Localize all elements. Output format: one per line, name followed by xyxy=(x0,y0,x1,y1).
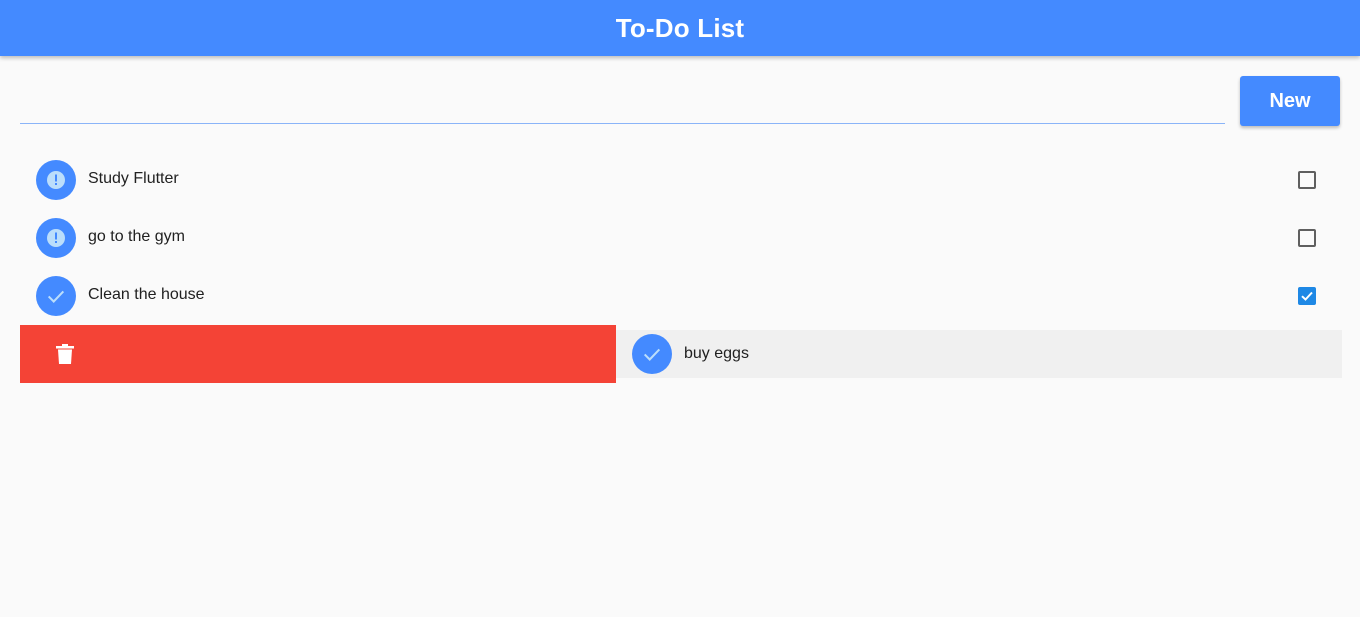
list-item[interactable]: buy eggs xyxy=(616,330,1342,378)
todo-title: Study Flutter xyxy=(88,170,179,187)
error-icon xyxy=(36,160,76,200)
new-task-input[interactable] xyxy=(20,80,1225,124)
todo-title: Clean the house xyxy=(88,286,205,303)
delete-icon xyxy=(56,344,74,364)
delete-background xyxy=(20,325,616,383)
dismissible-row[interactable]: buy eggs xyxy=(20,325,1342,383)
list-item[interactable]: go to the gym xyxy=(20,209,1340,267)
list-item[interactable]: Clean the house xyxy=(20,267,1340,325)
check-icon xyxy=(632,334,672,374)
list-item[interactable]: Study Flutter xyxy=(20,151,1340,209)
todo-checkbox[interactable] xyxy=(1298,229,1316,247)
todo-checkbox-checked[interactable] xyxy=(1298,287,1316,305)
check-icon xyxy=(36,276,76,316)
new-button[interactable]: New xyxy=(1240,76,1340,126)
todo-list: Study Flutter go to the gym Clean the ho… xyxy=(20,151,1342,383)
new-task-row: New xyxy=(20,76,1340,126)
todo-checkbox[interactable] xyxy=(1298,171,1316,189)
todo-title: go to the gym xyxy=(88,228,185,245)
app-title: To-Do List xyxy=(615,12,745,43)
error-icon xyxy=(36,218,76,258)
todo-title: buy eggs xyxy=(684,345,749,362)
app-bar: To-Do List xyxy=(0,0,1360,56)
